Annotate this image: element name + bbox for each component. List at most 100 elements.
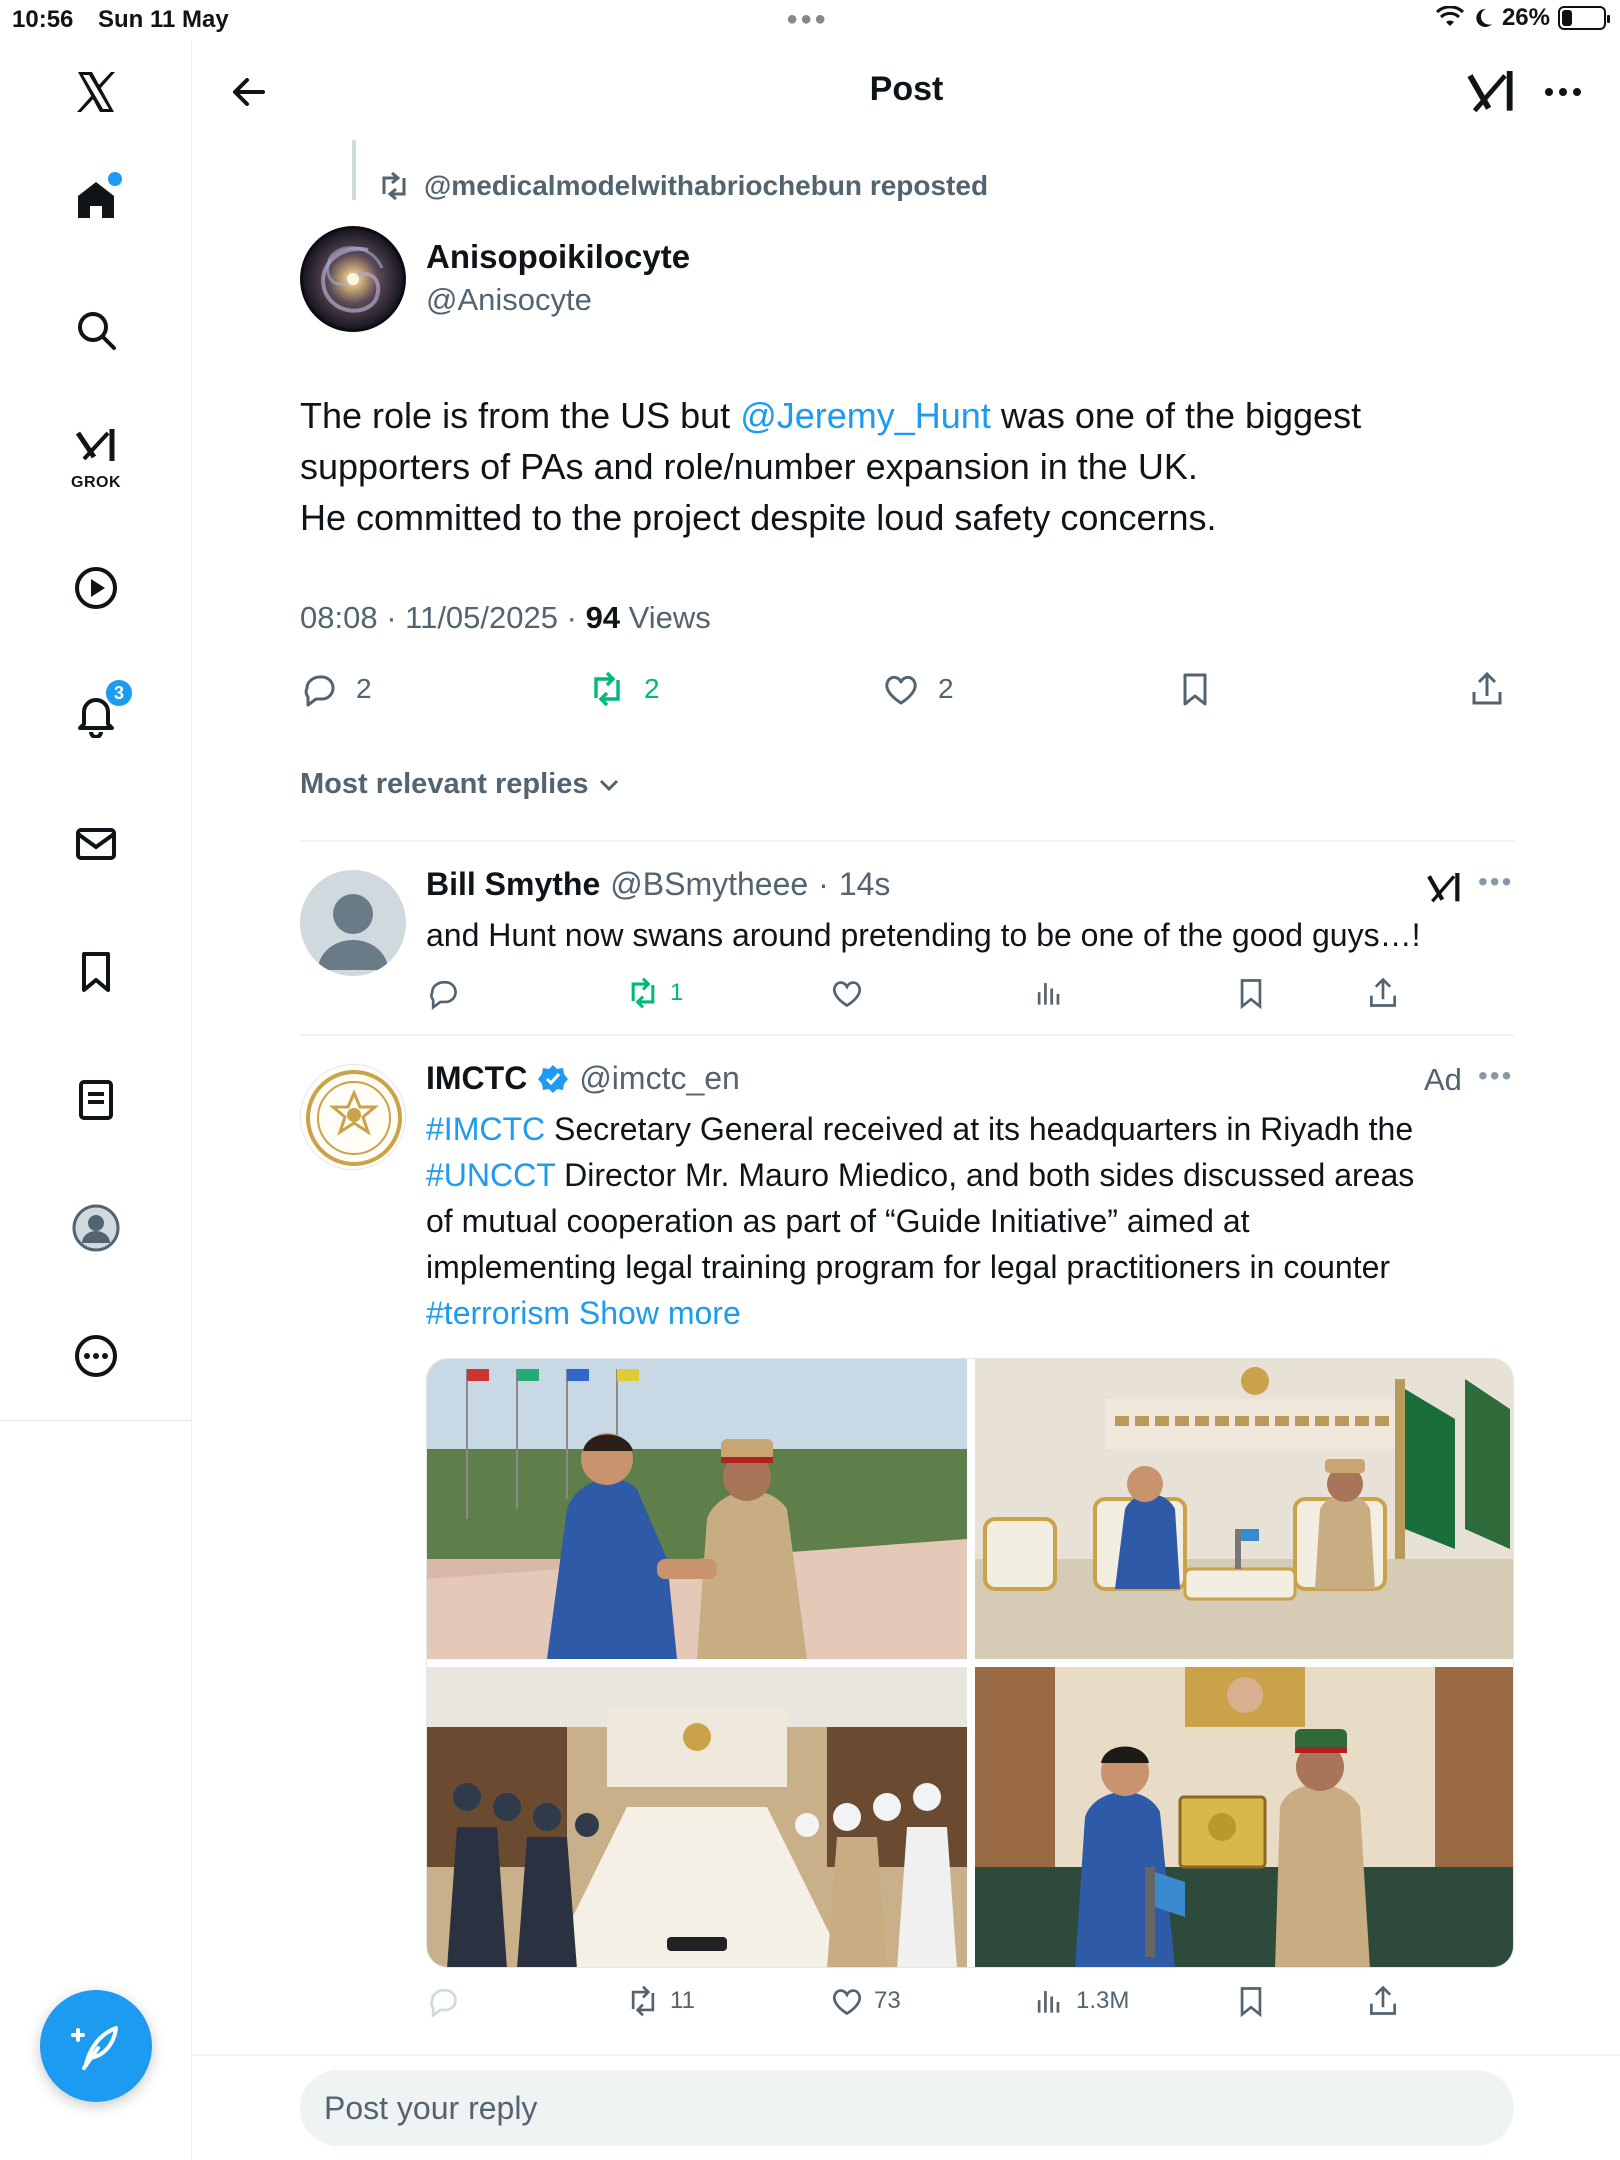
hashtag-link[interactable]: #terrorism xyxy=(426,1295,570,1331)
show-more-link[interactable]: Show more xyxy=(579,1295,741,1331)
divider xyxy=(300,840,1514,842)
reply-repost-count: 1 xyxy=(670,979,684,1006)
reply-button[interactable] xyxy=(426,976,460,1010)
bar-chart-icon xyxy=(1037,1991,1060,2013)
repost-indicator[interactable]: @medicalmodelwithabriochebun reposted xyxy=(378,170,988,202)
ad-photo[interactable] xyxy=(427,1359,967,1659)
ad-header: IMCTC @imctc_en xyxy=(426,1060,740,1097)
heart-icon xyxy=(832,981,862,1008)
status-time: 10:56 xyxy=(12,6,74,33)
reply-sort-dropdown[interactable]: Most relevant replies xyxy=(300,768,621,801)
x-logo-icon[interactable] xyxy=(52,48,140,136)
ad-author-handle[interactable]: @imctc_en xyxy=(579,1060,740,1097)
views-count: 94 xyxy=(585,600,621,635)
author-name[interactable]: Anisopoikilocyte xyxy=(426,238,690,276)
bookmark-button[interactable] xyxy=(1176,670,1214,708)
reply-button[interactable] xyxy=(426,1984,460,2018)
notifications-icon[interactable]: 3 xyxy=(52,670,140,758)
ad-actions: 11 73 1.3M xyxy=(426,1984,1426,2030)
compose-icon xyxy=(71,2026,118,2070)
hashtag-link[interactable]: #UNCCT xyxy=(426,1157,555,1193)
views-label: Views xyxy=(628,600,711,635)
post-text-line1-end: was one of the biggest xyxy=(990,395,1362,436)
compose-button[interactable] xyxy=(40,1990,152,2102)
repost-button[interactable]: 2 xyxy=(588,670,660,708)
lists-icon[interactable] xyxy=(52,1056,140,1144)
repost-button[interactable]: 1 xyxy=(626,976,683,1010)
reply-input[interactable] xyxy=(300,2070,1514,2146)
ad-like-count: 73 xyxy=(874,1987,901,2014)
hashtag-link[interactable]: #IMCTC xyxy=(426,1111,545,1147)
ad-photo[interactable] xyxy=(975,1359,1513,1659)
sidebar-divider xyxy=(0,1420,192,1421)
grok-icon[interactable] xyxy=(1424,868,1464,908)
battery-icon xyxy=(1558,6,1610,30)
post-time[interactable]: 08:08 xyxy=(300,600,378,635)
reply-composer[interactable] xyxy=(300,2070,1514,2146)
post-more-button[interactable] xyxy=(1533,64,1593,120)
grok-icon[interactable]: GROK xyxy=(52,412,140,500)
reply-icon xyxy=(430,980,457,1010)
share-button[interactable] xyxy=(1366,976,1400,1010)
ad-text-line3: of mutual cooperation as part of “Guide … xyxy=(426,1203,1250,1239)
ad-text-line2: Director Mr. Mauro Miedico, and both sid… xyxy=(555,1157,1415,1193)
views-button[interactable] xyxy=(1032,976,1066,1010)
messages-icon[interactable] xyxy=(52,800,140,888)
sort-label: Most relevant replies xyxy=(300,768,589,800)
reply-avatar[interactable] xyxy=(300,870,406,976)
page-title: Post xyxy=(869,70,944,108)
post-text-start: The role is from the US but xyxy=(300,395,741,436)
like-button[interactable] xyxy=(830,976,864,1010)
ad-text: #IMCTC Secretary General received at its… xyxy=(426,1106,1516,1336)
reply-button[interactable]: 2 xyxy=(300,670,372,708)
more-icon[interactable] xyxy=(52,1312,140,1400)
ad-photo[interactable] xyxy=(427,1667,967,1967)
heart-icon xyxy=(832,1989,862,2016)
author-avatar[interactable] xyxy=(300,226,406,332)
search-icon[interactable] xyxy=(52,286,140,374)
repost-icon xyxy=(631,1985,655,2017)
reply-time[interactable]: 14s xyxy=(839,866,891,903)
home-icon[interactable] xyxy=(52,156,140,244)
ad-photo[interactable] xyxy=(975,1667,1513,1967)
share-button[interactable] xyxy=(1366,1984,1400,2018)
status-date: Sun 11 May xyxy=(98,6,229,33)
multitasking-dots-icon[interactable]: ●●● xyxy=(786,8,828,31)
share-button[interactable] xyxy=(1468,670,1506,708)
like-count: 2 xyxy=(938,673,954,704)
video-icon[interactable] xyxy=(52,544,140,632)
wifi-icon xyxy=(1435,6,1464,26)
bookmark-button[interactable] xyxy=(1234,976,1268,1010)
sidebar: GROK 3 xyxy=(0,40,192,2160)
like-button[interactable]: 2 xyxy=(882,670,954,708)
reply-author-handle[interactable]: @BSmytheee xyxy=(610,866,808,903)
ad-more-icon[interactable]: ••• xyxy=(1478,1060,1513,1092)
profile-icon[interactable] xyxy=(52,1184,140,1272)
ad-avatar[interactable] xyxy=(300,1064,406,1170)
author-handle[interactable]: @Anisocyte xyxy=(426,282,592,318)
repost-button[interactable]: 11 xyxy=(626,1984,695,2018)
share-icon xyxy=(1370,977,1396,1007)
views-button[interactable]: 1.3M xyxy=(1032,1984,1129,2018)
post-text: The role is from the US but @Jeremy_Hunt… xyxy=(300,390,1490,543)
grok-label: GROK xyxy=(71,474,121,491)
post-text-line2: supporters of PAs and role/number expans… xyxy=(300,446,1198,487)
like-button[interactable]: 73 xyxy=(830,1984,901,2018)
ad-text-line1: Secretary General received at its headqu… xyxy=(545,1111,1414,1147)
bookmarks-icon[interactable] xyxy=(52,928,140,1016)
reply-more-icon[interactable]: ••• xyxy=(1478,866,1513,898)
ad-repost-count: 11 xyxy=(670,1987,695,2014)
grok-explain-button[interactable] xyxy=(1463,64,1519,120)
heart-icon xyxy=(885,675,917,705)
reply-author-name[interactable]: Bill Smythe xyxy=(426,866,600,903)
battery-percent: 26% xyxy=(1501,4,1550,31)
share-icon xyxy=(1472,671,1502,705)
repost-icon xyxy=(631,977,655,1009)
status-indicators: 26% xyxy=(1435,4,1610,32)
post-actions: 2 2 2 xyxy=(300,670,1514,726)
post-text-line3: He committed to the project despite loud… xyxy=(300,497,1217,538)
bookmark-button[interactable] xyxy=(1234,1984,1268,2018)
ad-author-name[interactable]: IMCTC xyxy=(426,1060,527,1097)
post-date[interactable]: 11/05/2025 xyxy=(405,600,558,635)
mention-link[interactable]: @Jeremy_Hunt xyxy=(740,395,991,436)
